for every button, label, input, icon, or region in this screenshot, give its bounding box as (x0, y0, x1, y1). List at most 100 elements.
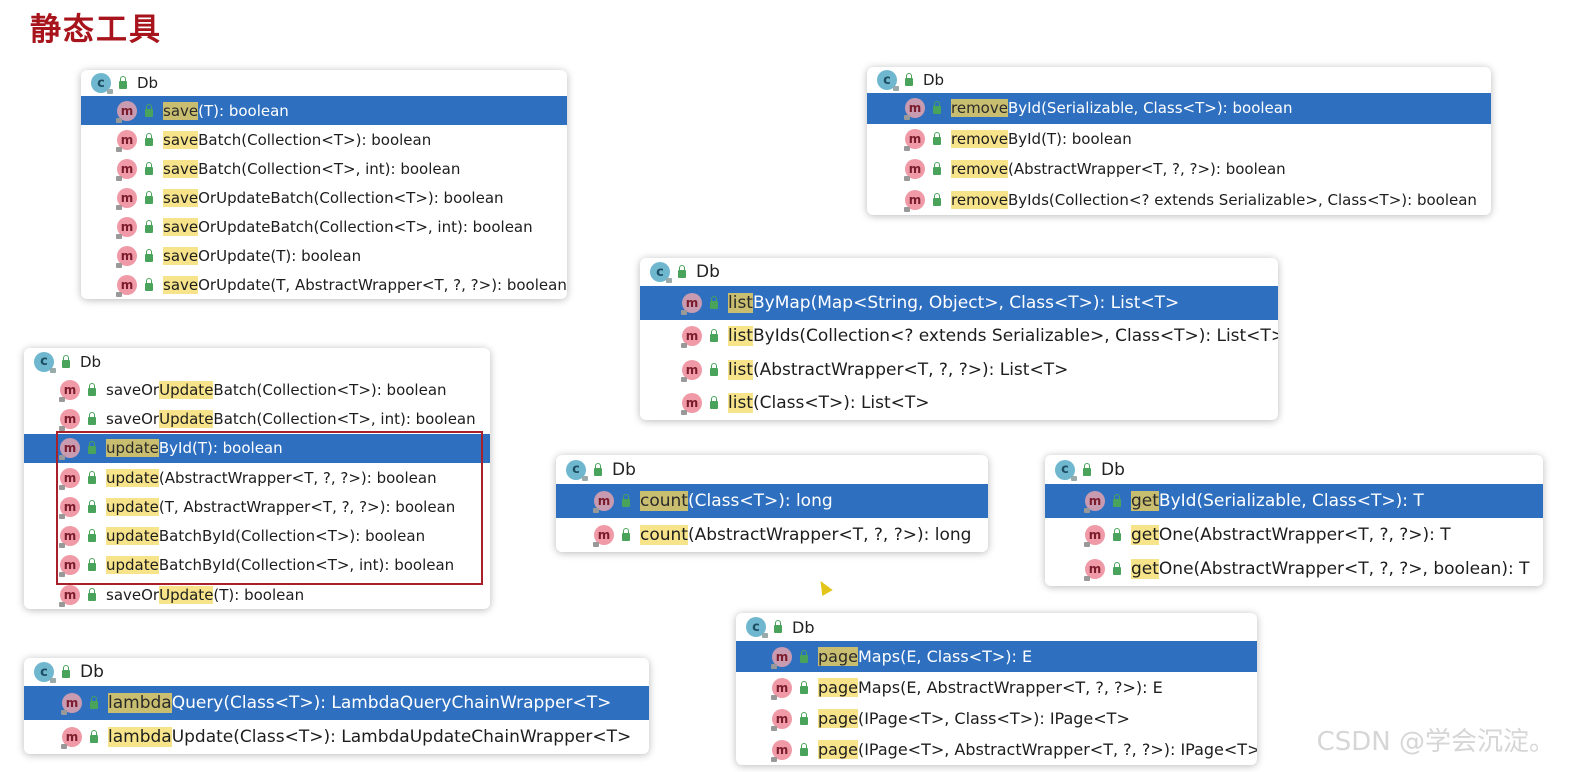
method-signature: (T): boolean (213, 585, 305, 604)
match-highlight: page (818, 709, 858, 728)
method-signature: Query(Class<T>): LambdaQueryChainWrapper… (171, 693, 612, 713)
completion-item[interactable]: m lambda Query(Class<T>): LambdaQueryChain… (24, 686, 649, 720)
method-signature: One(AbstractWrapper<T, ?, ?>, boolean): … (1158, 559, 1530, 579)
method-signature: ByIds(Collection<? extends Serializable>… (1007, 190, 1477, 209)
public-lock-icon (145, 132, 153, 146)
completion-item[interactable]: m update ById(T): boolean (24, 433, 490, 463)
completion-item[interactable]: m remove (AbstractWrapper<T, ?, ?>): boole… (867, 154, 1491, 185)
lock-icon (62, 354, 70, 368)
match-highlight: save (163, 101, 199, 120)
completion-popup-lambda: c Db m lambda Query(Class<T>): LambdaQueryCh… (24, 658, 649, 754)
completion-item[interactable]: m update BatchById(Collection<T>, int): bo… (24, 551, 490, 580)
completion-item[interactable]: m save (T): boolean (81, 96, 567, 125)
completion-item[interactable]: m remove ByIds(Collection<? extends Serial… (867, 185, 1491, 216)
match-highlight: update (106, 497, 159, 516)
match-highlight: remove (951, 190, 1008, 209)
completion-item[interactable]: m remove ById(T): boolean (867, 124, 1491, 155)
completion-popup-save: c Db m save (T): boolean m save Batch(Collectio… (81, 70, 567, 299)
method-signature: ById(T): boolean (1007, 129, 1132, 148)
match-highlight: update (106, 468, 159, 487)
completion-item[interactable]: m save OrUpdate(T, AbstractWrapper<T, ?, ?… (81, 270, 567, 299)
class-icon: c (650, 262, 672, 283)
method-icon: m (904, 159, 925, 182)
method-signature: Batch(Collection<T>, int): boolean (198, 159, 461, 178)
completion-item[interactable]: m save Batch(Collection<T>): boolean (81, 125, 567, 154)
completion-item[interactable]: m saveOrUpdateBatch(Collection<T>): boole… (24, 375, 490, 404)
completion-item[interactable]: m list ByMap(Map<String, Object>, Class<T>… (640, 286, 1278, 320)
method-icon: m (1084, 491, 1105, 513)
class-icon: c (1055, 459, 1077, 481)
method-icon: m (59, 467, 80, 490)
match-highlight: update (106, 556, 159, 575)
match-highlight: remove (951, 160, 1008, 179)
class-name-label: Db (612, 459, 636, 480)
public-lock-icon (710, 329, 718, 343)
completion-item[interactable]: m saveOrUpdateBatch(Collection<T>, int): … (81, 212, 567, 241)
completion-item[interactable]: m get ById(Serializable, Class<T>): T (1045, 484, 1543, 518)
lock-icon (594, 462, 602, 476)
popup-header: c Db (1045, 455, 1543, 484)
completion-item[interactable]: m list (Class<T>): List<T> (640, 387, 1278, 421)
popup-header: c Db (640, 258, 1278, 286)
match-highlight: lambda (108, 727, 172, 747)
completion-item[interactable]: m saveOrUpdateBatch(Collection<T>): boole… (81, 183, 567, 212)
method-signature: OrUpdateBatch(Collection<T>, int): boole… (198, 217, 533, 236)
method-signature: (AbstractWrapper<T, ?, ?>): boolean (158, 468, 437, 487)
match-highlight: Update (159, 585, 214, 604)
method-signature: OrUpdate(T, AbstractWrapper<T, ?, ?>): b… (198, 275, 567, 294)
public-lock-icon (710, 295, 718, 309)
completion-item[interactable]: m update (T, AbstractWrapper<T, ?, ?>): bo… (24, 492, 490, 521)
completion-item[interactable]: m saveOrUpdate(T): boolean (81, 241, 567, 270)
completion-popup-count: c Db m count (Class<T>): long m count (Abstract… (556, 455, 988, 552)
method-icon: m (59, 555, 80, 578)
completion-item[interactable]: m page Maps(E, Class<T>): E (736, 641, 1257, 672)
method-icon: m (771, 646, 792, 669)
completion-item[interactable]: m page (IPage<T>, Class<T>): IPage<T> (736, 703, 1257, 734)
completion-item[interactable]: m page Maps(E, AbstractWrapper<T, ?, ?>): … (736, 672, 1257, 703)
popup-header: c Db (24, 658, 649, 686)
lock-icon (678, 265, 686, 278)
completion-item[interactable]: m saveOrUpdate(T): boolean (24, 580, 490, 609)
completion-item[interactable]: m get One(AbstractWrapper<T, ?, ?>, boolea… (1045, 552, 1543, 586)
completion-item[interactable]: m remove ById(Serializable, Class<T>): boo… (867, 93, 1491, 124)
lock-icon (1083, 462, 1091, 476)
method-icon: m (59, 584, 80, 607)
method-icon: m (59, 408, 80, 431)
class-icon: c (877, 70, 899, 91)
popup-header: c Db (81, 70, 567, 96)
completion-item[interactable]: m count (Class<T>): long (556, 484, 988, 518)
match-highlight: update (106, 527, 159, 546)
class-name-label: Db (792, 617, 815, 637)
public-lock-icon (1113, 494, 1121, 507)
method-icon: m (1084, 525, 1105, 547)
completion-item[interactable]: m saveOrUpdateBatch(Collection<T>, int): … (24, 404, 490, 433)
method-icon: m (593, 491, 614, 513)
completion-item[interactable]: m list ByIds(Collection<? extends Serializ… (640, 320, 1278, 354)
completion-item[interactable]: m save Batch(Collection<T>, int): boolean (81, 154, 567, 183)
completion-item[interactable]: m page (IPage<T>, AbstractWrapper<T, ?, ?>… (736, 734, 1257, 765)
completion-item[interactable]: m update BatchById(Collection<T>): boolean (24, 521, 490, 550)
match-highlight: list (728, 326, 753, 347)
public-lock-icon (145, 103, 153, 117)
class-name-label: Db (696, 262, 720, 282)
completion-item[interactable]: m count (AbstractWrapper<T, ?, ?>): long (556, 518, 988, 552)
completion-item[interactable]: m update (AbstractWrapper<T, ?, ?>): boole… (24, 463, 490, 492)
completion-item[interactable]: m lambda Update(Class<T>): LambdaUpdateCha… (24, 720, 649, 754)
match-highlight: page (818, 678, 858, 697)
completion-popup-update: c Db m saveOr Update Batch(Collection<T>): bo… (24, 348, 490, 610)
method-signature: ByMap(Map<String, Object>, Class<T>): Li… (752, 292, 1180, 313)
method-signature: (AbstractWrapper<T, ?, ?>): long (687, 525, 972, 545)
completion-popup-list: c Db m list ByMap(Map<String, Object>, Class… (640, 258, 1278, 420)
completion-item[interactable]: m list (AbstractWrapper<T, ?, ?>): List<T> (640, 353, 1278, 387)
completion-item[interactable]: m get One(AbstractWrapper<T, ?, ?>): T (1045, 518, 1543, 552)
method-icon: m (116, 274, 137, 297)
method-icon: m (59, 379, 80, 402)
mouse-cursor-icon (815, 577, 833, 597)
public-lock-icon (1113, 528, 1121, 541)
method-icon: m (59, 496, 80, 519)
public-lock-icon (88, 587, 96, 601)
lock-icon (119, 76, 127, 89)
popup-header: c Db (867, 67, 1491, 93)
class-name-label: Db (80, 352, 102, 371)
match-highlight: list (728, 292, 753, 313)
